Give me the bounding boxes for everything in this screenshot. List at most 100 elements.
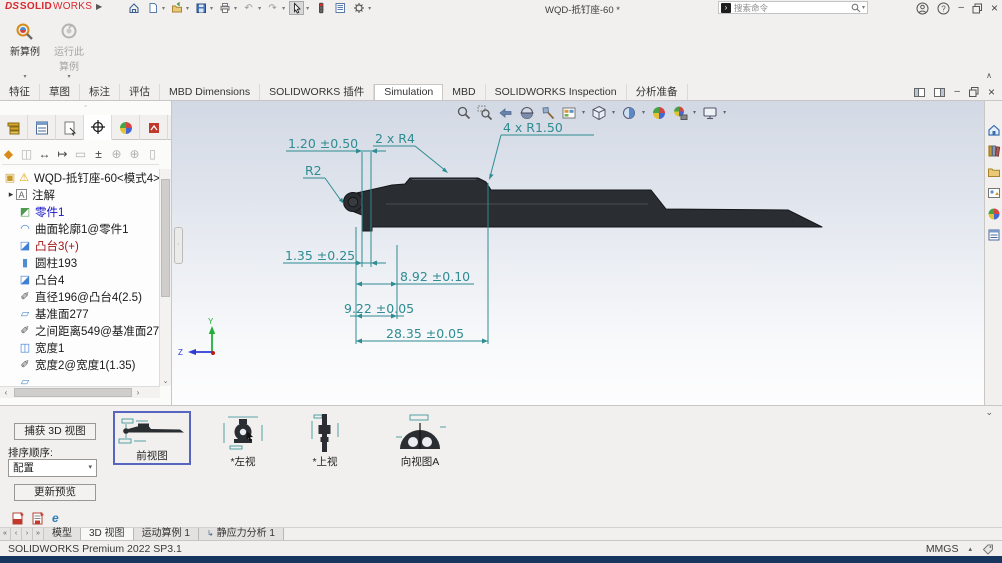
tree-item[interactable]: ▱	[0, 373, 159, 386]
view-thumbnail-a[interactable]	[385, 413, 455, 453]
tab-标注[interactable]: 标注	[80, 84, 120, 100]
sort-order-select[interactable]: 配置 ▾	[8, 459, 97, 477]
tab-dimxpertmanager-icon[interactable]	[84, 115, 112, 140]
custom-properties-icon[interactable]	[987, 228, 1001, 242]
tree-item[interactable]: ✐直径196@凸台4(2.5)	[0, 288, 159, 305]
dim-8-92[interactable]: 8.92 ±0.10	[400, 269, 470, 284]
tab-MBD[interactable]: MBD	[443, 84, 485, 100]
vscroll-down-icon[interactable]: ⌄	[160, 377, 171, 385]
restore-button[interactable]	[972, 3, 983, 14]
logo-expand-arrow[interactable]: ▶	[96, 2, 102, 11]
sheet-tab-运动算例 1[interactable]: 运动算例 1	[134, 528, 199, 540]
tab-Simulation[interactable]: Simulation	[374, 84, 443, 100]
hscroll-left-icon[interactable]: ‹	[0, 388, 12, 397]
help-icon[interactable]: ?	[937, 2, 950, 15]
view-settings-caret-icon[interactable]: ▾	[723, 109, 726, 116]
graphics-viewport[interactable]: 1.20 ±0.50 2 x R4 4 x R1.50 R2	[172, 101, 984, 405]
redo-caret-icon[interactable]: ▾	[282, 5, 285, 12]
tree-item[interactable]: ◩零件1	[0, 203, 159, 220]
pane-right-icon[interactable]	[934, 87, 945, 98]
tab-simulation-study-icon[interactable]	[140, 115, 168, 140]
hide-show-items-icon[interactable]	[650, 104, 667, 121]
sheet-tab-模型[interactable]: 模型	[44, 528, 81, 540]
run-study-caret-icon[interactable]: ▾	[48, 73, 90, 80]
tab-nav-prev-icon[interactable]: ‹	[11, 528, 22, 540]
new-caret-icon[interactable]: ▾	[162, 5, 165, 12]
view-thumbnail-front[interactable]: 前视图	[113, 411, 191, 465]
tab-特征[interactable]: 特征	[0, 84, 40, 100]
appearance-caret-icon[interactable]: ▾	[582, 109, 585, 116]
dim-9-22[interactable]: 9.22 ±0.05	[344, 301, 414, 316]
ribbon-collapse-icon[interactable]: ∧	[986, 71, 992, 80]
save-caret-icon[interactable]: ▾	[210, 5, 213, 12]
doc-minimize-button[interactable]: –	[954, 86, 960, 98]
tab-SOLIDWORKS 插件[interactable]: SOLIDWORKS 插件	[260, 84, 374, 100]
appearances-scenes-icon[interactable]	[987, 207, 1001, 221]
pane-left-icon[interactable]	[914, 87, 925, 98]
show-tolerance-status-icon[interactable]: ±	[92, 147, 105, 161]
appearance-icon[interactable]	[560, 104, 577, 121]
sheet-tab-静应力分析 1[interactable]: ↳静应力分析 1	[199, 528, 284, 540]
tree-horizontal-scrollbar[interactable]: ‹ ›	[0, 386, 160, 398]
print-caret-icon[interactable]: ▾	[234, 5, 237, 12]
units-label[interactable]: MMGS	[926, 543, 959, 555]
display-style-caret-icon[interactable]: ▾	[642, 109, 645, 116]
tab-featuremanager-tree-icon[interactable]	[0, 115, 28, 140]
apply-scene-icon[interactable]	[671, 104, 688, 121]
tree-item[interactable]: ▣⚠WQD-抵钉座-60<模式4>	[0, 169, 159, 186]
file-explorer-icon[interactable]	[987, 165, 1001, 179]
dim-28-35[interactable]: 28.35 ±0.05	[386, 326, 464, 341]
previous-view-icon[interactable]	[497, 104, 514, 121]
gear-caret-icon[interactable]: ▾	[368, 5, 371, 12]
new-document-icon[interactable]	[145, 1, 160, 15]
auto-dimension-scheme-icon[interactable]: ◆	[2, 147, 15, 161]
run-study-button[interactable]: 运行此 算例 ▾	[48, 20, 90, 80]
dimxpert-window-icon[interactable]: ▯	[146, 147, 159, 161]
dim-2xr4[interactable]: 2 x R4	[375, 131, 415, 146]
view-orientation-caret-icon[interactable]: ▾	[612, 109, 615, 116]
tree-item[interactable]: ✐宽度2@宽度1(1.35)	[0, 356, 159, 373]
geometric-tolerance-icon[interactable]: ⊕	[110, 147, 123, 161]
view-thumbnail-left[interactable]	[210, 413, 276, 453]
tree-item[interactable]: ✐之间距离549@基准面277(1.2)	[0, 322, 159, 339]
part-body[interactable]	[352, 178, 822, 231]
pattern-feature-icon[interactable]: ▭	[74, 147, 87, 161]
tab-nav-first-icon[interactable]: «	[0, 528, 11, 540]
view-settings-icon[interactable]	[701, 104, 718, 121]
units-caret-icon[interactable]: ▴	[968, 545, 972, 553]
search-input[interactable]: 搜索命令	[734, 2, 848, 14]
new-study-button[interactable]: 新算例 ▾	[4, 20, 46, 80]
copy-scheme-icon[interactable]: ◫	[20, 147, 33, 161]
panel-splitter-handle[interactable]: ◦	[174, 227, 183, 264]
print-icon[interactable]	[217, 1, 232, 15]
size-dimension-icon[interactable]: ↔	[38, 147, 51, 161]
dynamic-annotation-icon[interactable]	[539, 104, 556, 121]
doc-restore-button[interactable]	[969, 87, 979, 97]
resources-home-icon[interactable]	[987, 123, 1001, 137]
search-command-box[interactable]: › 搜索命令 ▾	[718, 1, 868, 14]
section-view-icon[interactable]	[518, 104, 535, 121]
zoom-fit-icon[interactable]	[455, 104, 472, 121]
view-orientation-icon[interactable]	[590, 104, 607, 121]
tree-item[interactable]: ◪凸台3(+)	[0, 237, 159, 254]
search-caret-icon[interactable]: ▾	[862, 4, 865, 11]
tab-nav-next-icon[interactable]: ›	[22, 528, 33, 540]
tab-MBD Dimensions[interactable]: MBD Dimensions	[160, 84, 260, 100]
close-button[interactable]: ×	[991, 1, 998, 15]
tree-item[interactable]: ◫宽度1	[0, 339, 159, 356]
publish-3d-pdf-icon[interactable]	[12, 511, 25, 525]
publish-edrawings-file-icon[interactable]	[32, 511, 45, 525]
expand-arrow-icon[interactable]: ▸	[6, 189, 16, 200]
search-icon[interactable]	[851, 3, 861, 13]
tree-item[interactable]: ▮圆柱193	[0, 254, 159, 271]
capture-3d-view-button[interactable]: 捕获 3D 视图	[14, 423, 96, 440]
home-icon[interactable]	[126, 1, 141, 15]
tab-displaymanager-icon[interactable]	[112, 115, 140, 140]
panel-grip[interactable]: ◦	[0, 103, 171, 110]
tag-icon[interactable]	[982, 543, 994, 555]
view-thumbnail-top[interactable]	[295, 413, 355, 453]
redo-icon[interactable]: ↷	[265, 1, 280, 15]
options-list-icon[interactable]	[332, 1, 347, 15]
sheet-tab-3D 视图[interactable]: 3D 视图	[81, 528, 134, 540]
update-preview-button[interactable]: 更新预览	[14, 484, 96, 501]
